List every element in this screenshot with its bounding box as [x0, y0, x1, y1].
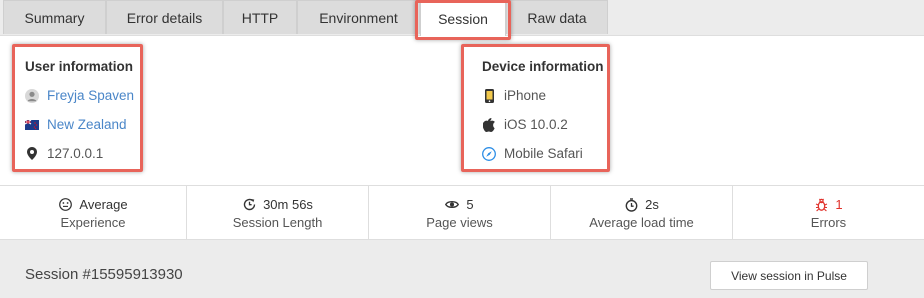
stat-value: 5 [466, 197, 474, 212]
tab-label: HTTP [241, 9, 279, 26]
tab-label: Environment [319, 9, 398, 26]
safari-compass-icon [482, 146, 496, 161]
tab-bar: Summary Error details HTTP Environment S… [0, 0, 924, 36]
stat-label: Errors [810, 215, 847, 230]
stat-label: Page views [426, 215, 493, 230]
apple-icon [482, 117, 496, 132]
phone-icon [482, 88, 496, 103]
stat-page-views: 5 Page views [369, 186, 551, 241]
stat-label: Average load time [589, 215, 694, 230]
user-name-link[interactable]: Freyja Spaven [47, 88, 134, 103]
stat-session-length: 30m 56s Session Length [187, 186, 369, 241]
stat-value: 1 [835, 197, 843, 212]
button-label: View session in Pulse [731, 268, 847, 283]
stat-experience: Average Experience [0, 186, 187, 241]
stat-value: Average [79, 197, 128, 212]
stat-label: Session Length [232, 215, 323, 230]
tab-error-details[interactable]: Error details [106, 0, 223, 34]
os-row: iOS 10.0.2 [482, 117, 568, 132]
stat-value: 2s [645, 197, 659, 212]
tab-summary[interactable]: Summary [3, 0, 106, 34]
browser-row: Mobile Safari [482, 146, 583, 161]
os-version: iOS 10.0.2 [504, 117, 568, 132]
stat-average-load-time: 2s Average load time [551, 186, 733, 241]
user-ip-address: 127.0.0.1 [47, 146, 104, 161]
session-info-panel: User information Freyja Spaven New Zeala… [0, 35, 924, 185]
session-header: Session #15595913930 View session in Pul… [0, 240, 924, 298]
device-row: iPhone [482, 88, 546, 103]
tab-session[interactable]: Session [420, 0, 506, 36]
tab-label: Summary [24, 9, 85, 26]
stat-errors: 1 Errors [733, 186, 924, 241]
user-name-row: Freyja Spaven [25, 88, 134, 103]
user-country-link[interactable]: New Zealand [47, 117, 127, 132]
new-zealand-flag-icon [25, 118, 39, 132]
session-stats: Average Experience 30m 56s Session Lengt… [0, 185, 924, 241]
user-country-row: New Zealand [25, 117, 127, 132]
map-pin-icon [25, 147, 39, 161]
stat-label: Experience [60, 215, 126, 230]
tab-raw-data[interactable]: Raw data [506, 0, 608, 34]
user-ip-row: 127.0.0.1 [25, 146, 103, 161]
view-session-in-pulse-button[interactable]: View session in Pulse [710, 261, 868, 290]
device-information-title: Device information [482, 59, 604, 74]
user-information-title: User information [25, 59, 134, 74]
stat-value: 30m 56s [263, 197, 313, 212]
tab-label: Raw data [527, 9, 587, 26]
browser-name: Mobile Safari [504, 146, 583, 161]
tab-http[interactable]: HTTP [223, 0, 297, 34]
device-name: iPhone [504, 88, 547, 103]
session-title: Session #15595913930 [25, 266, 183, 283]
stopwatch-icon [624, 197, 638, 212]
tab-label: Session [438, 10, 488, 27]
tab-environment[interactable]: Environment [297, 0, 420, 34]
smiley-icon [58, 198, 72, 212]
tab-label: Error details [126, 9, 203, 26]
clock-arrow-icon [242, 198, 256, 212]
eye-icon [445, 198, 460, 212]
bug-icon [814, 198, 828, 212]
user-avatar-icon [25, 88, 39, 103]
